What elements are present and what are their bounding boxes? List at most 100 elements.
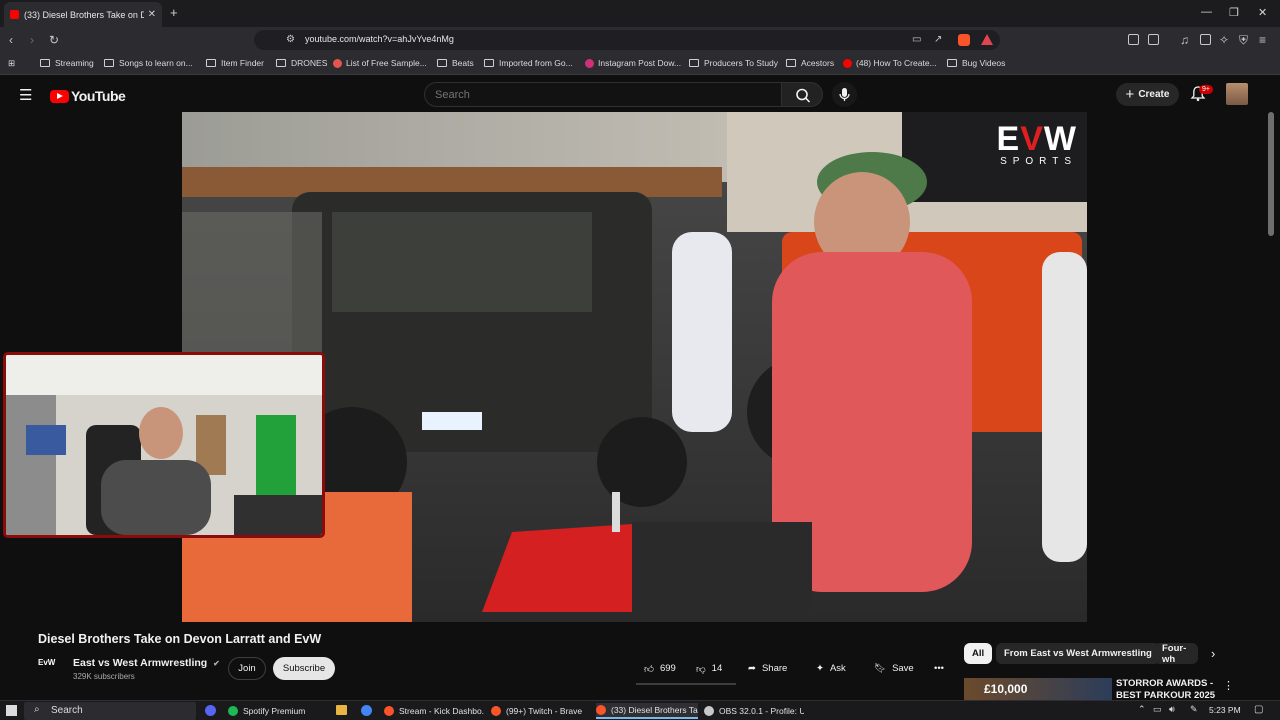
tab-manager-icon[interactable] (1148, 34, 1159, 45)
more-horizontal-icon: ••• (934, 663, 944, 674)
folder-icon (206, 59, 216, 67)
restore-icon[interactable]: ❐ (1229, 6, 1239, 19)
bookmark-bug-videos[interactable]: Bug Videos (947, 58, 1005, 68)
bookmark-streaming[interactable]: Streaming (40, 58, 94, 68)
subscriber-count: 329K subscribers (73, 672, 135, 681)
back-icon[interactable]: ‹ (9, 33, 13, 47)
minimize-icon[interactable]: — (1201, 6, 1212, 18)
close-tab-icon[interactable]: ✕ (148, 9, 156, 20)
browser-tab-strip: (33) Diesel Brothers Take on Devon Larra… (0, 0, 1280, 27)
evw-sports-logo: EVW SPORTS (996, 120, 1077, 167)
file-explorer-icon[interactable] (336, 705, 347, 715)
menu-icon[interactable]: ≡ (1259, 33, 1266, 47)
create-button[interactable]: + Create (1116, 83, 1179, 106)
pen-icon[interactable]: ✎ (1190, 704, 1198, 715)
brave-rewards-icon[interactable] (981, 34, 993, 45)
verified-badge-icon: ✔ (213, 659, 220, 668)
browser-tab-youtube[interactable]: (33) Diesel Brothers Take on Devon Larra… (4, 2, 162, 27)
video-title: Diesel Brothers Take on Devon Larratt an… (38, 632, 322, 646)
chip-from-channel[interactable]: From East vs West Armwrestling (996, 643, 1160, 664)
network-icon[interactable]: ▭ (1153, 704, 1162, 715)
bookmark-item-finder[interactable]: Item Finder (206, 58, 264, 68)
media-icon[interactable]: ♫ (1180, 33, 1189, 47)
search-input[interactable] (425, 83, 725, 101)
taskbar-app-obs[interactable]: OBS 32.0.1 - Profile: U... (704, 703, 804, 719)
bookmark-how-to-create[interactable]: (48) How To Create... (843, 58, 937, 68)
bookmark-songs[interactable]: Songs to learn on... (104, 58, 193, 68)
close-window-icon[interactable]: ✕ (1258, 6, 1267, 19)
bookmark-imported[interactable]: Imported from Go... (484, 58, 573, 68)
bookmark-instagram[interactable]: Instagram Post Dow... (585, 58, 681, 68)
like-ratio-bar (636, 683, 736, 685)
taskbar-app-twitch[interactable]: (99+) Twitch - Brave (491, 703, 591, 719)
like-button[interactable]: 👍︎ 699 (636, 657, 688, 680)
folder-icon (689, 59, 699, 67)
bookmark-acestors[interactable]: Acestors (786, 58, 834, 68)
bookmark-free-samples[interactable]: List of Free Sample... (333, 58, 427, 68)
share-arrow-icon: ➦ (748, 663, 756, 674)
share-button[interactable]: ➦ Share (740, 657, 796, 680)
discord-icon[interactable] (205, 705, 216, 716)
chip-all[interactable]: All (964, 643, 993, 664)
spotify-icon (228, 706, 238, 716)
bookmark-beats[interactable]: Beats (437, 58, 474, 68)
tray-overflow-icon[interactable]: ⌃ (1138, 704, 1146, 715)
youtube-favicon-icon (10, 10, 19, 19)
related-more-vertical-icon[interactable]: ⋮ (1223, 679, 1234, 692)
channel-logo[interactable]: EvW (38, 658, 64, 676)
related-video-thumbnail[interactable]: £10,000 (964, 678, 1112, 700)
chip-four-wheel[interactable]: Four-wh (1154, 643, 1198, 664)
join-button[interactable]: Join (228, 657, 266, 680)
brave-icon (491, 706, 501, 716)
search-box[interactable] (424, 82, 782, 107)
site-info-icon[interactable]: ⚙ (286, 33, 295, 47)
browser-toolbar: ‹ › ↻ ▯ ⚙ youtube.com/watch?v=ahJvYve4nM… (0, 27, 1280, 53)
hamburger-menu-icon[interactable]: ☰ (19, 86, 32, 104)
subscribe-button[interactable]: Subscribe (273, 657, 335, 680)
save-button[interactable]: 🔖︎ Save (866, 657, 922, 680)
leo-ai-icon[interactable]: ✧ (1219, 33, 1229, 47)
search-button[interactable] (781, 82, 823, 107)
page-scrollbar[interactable] (1268, 112, 1274, 236)
apps-grid-icon[interactable]: ⊞ (8, 58, 15, 69)
windows-start-icon[interactable] (6, 705, 17, 716)
brave-shields-icon[interactable] (958, 34, 970, 46)
extensions-icon[interactable] (1128, 34, 1139, 45)
share-page-icon[interactable]: ↗ (934, 33, 942, 47)
url-text[interactable]: youtube.com/watch?v=ahJvYve4nMg (305, 34, 454, 44)
voice-search-button[interactable] (832, 82, 857, 107)
taskbar-search[interactable]: ⌕ Search (24, 702, 196, 720)
chrome-icon[interactable] (361, 705, 372, 716)
dislike-button[interactable]: 👎︎ 14 (688, 657, 734, 680)
microphone-icon (839, 88, 850, 101)
reload-icon[interactable]: ↻ (49, 33, 59, 47)
taskbar-app-kick[interactable]: Stream - Kick Dashbo... (384, 703, 484, 719)
forward-icon[interactable]: › (30, 33, 34, 47)
sidebar-icon[interactable] (1200, 34, 1211, 45)
address-bar[interactable]: ⚙ youtube.com/watch?v=ahJvYve4nMg ▭ ↗ (254, 30, 1000, 50)
bookmark-producers[interactable]: Producers To Study (689, 58, 778, 68)
sparkle-icon: ✦ (816, 663, 824, 674)
taskbar-app-youtube[interactable]: (33) Diesel Brothers Ta... (596, 703, 698, 719)
more-actions-button[interactable]: ••• (928, 657, 953, 680)
channel-name[interactable]: East vs West Armwrestling ✔ (73, 657, 220, 669)
folder-icon (276, 59, 286, 67)
cast-icon[interactable]: ▭ (912, 33, 921, 47)
notification-center-icon[interactable]: ▢ (1254, 704, 1263, 715)
related-video-title[interactable]: STORROR AWARDS - BEST PARKOUR 2025 (1116, 678, 1221, 700)
folder-icon (947, 59, 957, 67)
vpn-shield-icon[interactable]: ⛨ (1239, 33, 1248, 47)
search-icon: ⌕ (34, 704, 40, 715)
bookmark-drones[interactable]: DRONES (276, 58, 327, 68)
new-tab-button[interactable]: + (170, 5, 178, 20)
youtube-logo[interactable]: YouTube (50, 88, 126, 104)
folder-icon (786, 59, 796, 67)
notification-count-badge: 9+ (1199, 85, 1213, 94)
ask-button[interactable]: ✦ Ask (808, 657, 854, 680)
volume-icon[interactable]: 🔊︎ (1169, 704, 1175, 715)
chips-next-chevron-icon[interactable]: › (1211, 646, 1215, 661)
taskbar-app-spotify[interactable]: Spotify Premium (228, 703, 328, 719)
bookmarks-bar: ⊞ Streaming Songs to learn on... Item Fi… (0, 53, 1280, 75)
account-avatar[interactable] (1226, 83, 1248, 105)
taskbar-clock[interactable]: 5:23 PM (1209, 705, 1241, 715)
